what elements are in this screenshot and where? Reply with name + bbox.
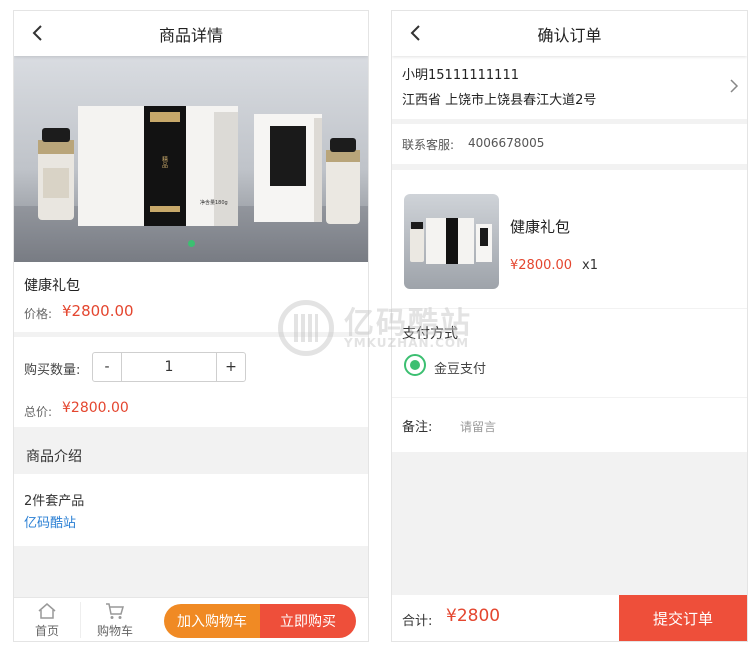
payment-option-label[interactable]: 金豆支付 xyxy=(434,358,486,377)
home-icon xyxy=(38,603,56,619)
total-value: ¥2800.00 xyxy=(62,400,129,416)
item-price: ¥2800.00 xyxy=(510,258,573,273)
increase-button[interactable]: + xyxy=(217,353,245,381)
tab-cart[interactable]: 购物车 xyxy=(82,598,148,641)
item-name: 健康礼包 xyxy=(510,218,571,236)
back-arrow-icon[interactable] xyxy=(406,23,426,43)
service-section: 联系客服: 4006678005 xyxy=(392,124,747,164)
payment-title: 支付方式 xyxy=(402,326,458,342)
total-value: ¥2800 xyxy=(446,606,501,626)
tab-home[interactable]: 首页 xyxy=(14,598,80,641)
address-name: 小明15111111111 xyxy=(402,68,519,83)
purchase-section: 购买数量: - 1 + 总价: ¥2800.00 xyxy=(14,337,368,427)
buy-now-button[interactable]: 立即购买 xyxy=(260,604,356,638)
chevron-right-icon xyxy=(730,79,739,93)
carousel-indicator-dot[interactable] xyxy=(188,240,195,247)
service-label: 联系客服: xyxy=(402,138,455,152)
tab-home-label: 首页 xyxy=(34,624,59,638)
payment-radio[interactable] xyxy=(404,354,426,376)
order-item: 健康礼包 ¥2800.00 x1 xyxy=(392,170,747,308)
jar-left xyxy=(38,128,74,220)
box-label: 净含量180g xyxy=(200,199,228,206)
quantity-label: 购买数量: xyxy=(24,363,81,378)
tab-divider xyxy=(80,602,81,638)
intro-link[interactable]: 亿码酷站 xyxy=(24,512,76,531)
product-photo: 精品 净含量180g xyxy=(14,106,368,262)
submit-order-button[interactable]: 提交订单 xyxy=(619,595,747,641)
bottom-bar: 合计: ¥2800 提交订单 xyxy=(392,595,747,641)
total-label: 总价: xyxy=(24,405,53,419)
remark-label: 备注: xyxy=(402,420,433,435)
page-title: 确认订单 xyxy=(537,25,602,45)
quantity-input[interactable]: 1 xyxy=(121,353,217,381)
item-thumbnail xyxy=(404,194,499,289)
remark-section: 备注: 请留言 xyxy=(392,398,747,452)
bottom-bar: 首页 购物车 加入购物车 立即购买 xyxy=(14,597,368,641)
cart-icon xyxy=(106,603,124,619)
decrease-button[interactable]: - xyxy=(93,353,121,381)
page-title: 商品详情 xyxy=(158,25,223,45)
intro-text: 2件套产品 xyxy=(24,494,85,509)
item-qty: x1 xyxy=(582,258,598,273)
address-section[interactable]: 小明15111111111 江西省 上饶市上饶县春江大道2号 xyxy=(392,56,747,119)
product-detail-screen: 商品详情 精品 净含量180g 健康礼包 价格: ¥2800.00 购买数量: … xyxy=(13,10,369,642)
price-label: 价格: xyxy=(24,307,53,321)
gift-box-large: 精品 净含量180g xyxy=(78,106,238,226)
product-info: 健康礼包 价格: ¥2800.00 xyxy=(14,262,368,332)
header: 商品详情 xyxy=(14,11,368,56)
add-to-cart-button[interactable]: 加入购物车 xyxy=(164,604,260,638)
payment-section: 支付方式 金豆支付 xyxy=(392,309,747,397)
quantity-stepper: - 1 + xyxy=(92,352,246,382)
remark-input[interactable]: 请留言 xyxy=(460,418,496,435)
jar-right xyxy=(326,138,360,224)
product-image-carousel[interactable]: 精品 净含量180g xyxy=(14,56,368,262)
confirm-order-screen: 确认订单 小明15111111111 江西省 上饶市上饶县春江大道2号 联系客服… xyxy=(391,10,748,642)
product-name: 健康礼包 xyxy=(24,278,80,294)
tab-cart-label: 购物车 xyxy=(96,624,133,638)
intro-content: 2件套产品 亿码酷站 xyxy=(14,474,368,546)
header: 确认订单 xyxy=(392,11,747,56)
svg-text:精品: 精品 xyxy=(161,155,168,169)
total-label: 合计: xyxy=(402,614,433,629)
back-arrow-icon[interactable] xyxy=(28,23,48,43)
service-phone[interactable]: 4006678005 xyxy=(468,136,544,150)
gift-box-small xyxy=(254,114,322,222)
address-line: 江西省 上饶市上饶县春江大道2号 xyxy=(402,93,597,108)
price-value: ¥2800.00 xyxy=(62,302,134,320)
intro-title: 商品介绍 xyxy=(26,449,82,465)
